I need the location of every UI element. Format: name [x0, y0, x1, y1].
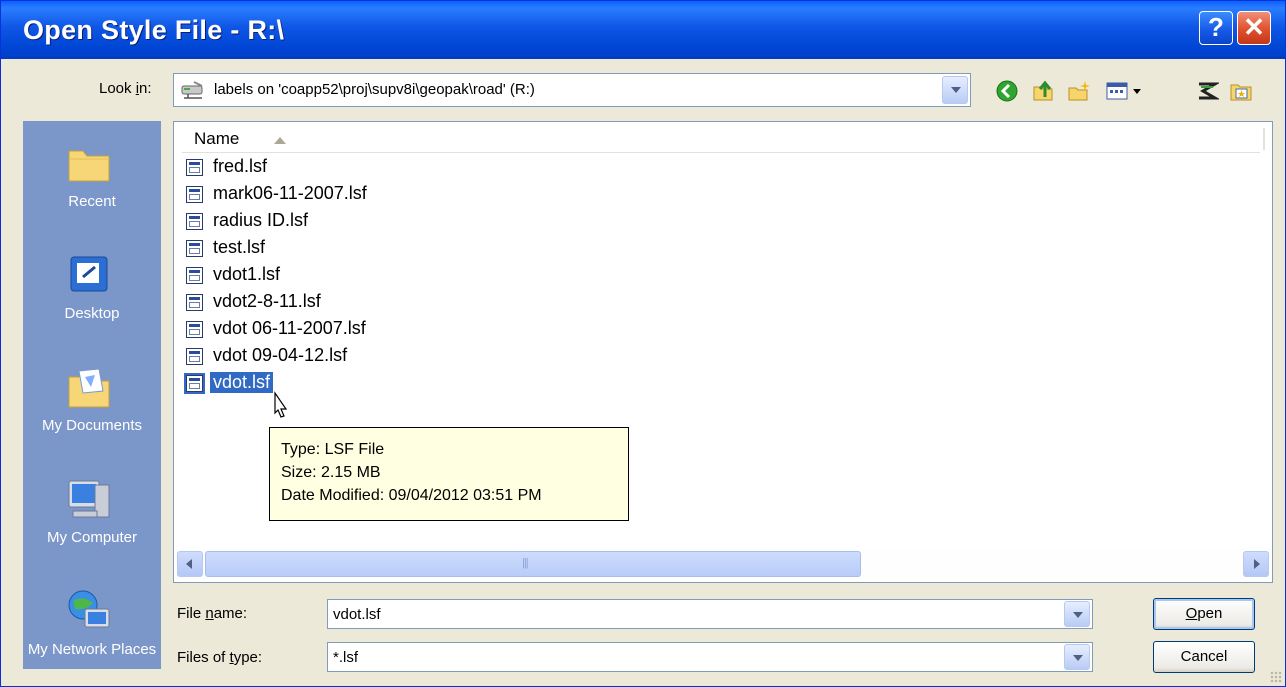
- scrollbar-thumb[interactable]: [205, 551, 861, 577]
- cancel-button[interactable]: Cancel: [1153, 641, 1255, 673]
- sort-ascending-icon: [274, 137, 286, 144]
- close-icon: ✕: [1243, 12, 1265, 42]
- mouse-cursor-icon: [274, 391, 288, 418]
- file-type-value: *.lsf: [333, 649, 359, 666]
- open-style-file-dialog: Open Style File - R:\ ? ✕ Look in: label…: [0, 0, 1286, 687]
- lsf-file-icon: [186, 321, 203, 338]
- file-name-label: File name:: [177, 605, 248, 622]
- recent-folder-icon: [68, 150, 110, 182]
- lsf-file-icon: [186, 240, 203, 257]
- lsf-file-icon: [184, 373, 205, 394]
- network-drive-icon: [181, 81, 203, 99]
- file-type-combo[interactable]: *.lsf: [327, 642, 1093, 672]
- lsf-file-icon: [186, 159, 203, 176]
- favorites-folder-icon[interactable]: [1229, 79, 1253, 103]
- lsf-file-icon: [186, 186, 203, 203]
- tooltip-size: Size: 2.15 MB: [281, 464, 381, 481]
- tooltip-date-modified: Date Modified: 09/04/2012 03:51 PM: [281, 487, 542, 504]
- resize-grip[interactable]: [1270, 671, 1282, 683]
- look-in-dropdown-button[interactable]: [942, 76, 968, 104]
- my-documents-icon: [68, 368, 110, 408]
- window-title: Open Style File - R:\: [23, 15, 285, 45]
- places-item-my-computer[interactable]: My Computer: [23, 465, 161, 575]
- up-folder-icon[interactable]: [1031, 79, 1055, 103]
- file-name-dropdown-button[interactable]: [1064, 601, 1090, 627]
- file-type-label: Files of type:: [177, 649, 263, 666]
- close-button[interactable]: ✕: [1237, 11, 1271, 45]
- my-computer-icon: [68, 480, 110, 518]
- bentley-icon[interactable]: [1195, 79, 1219, 103]
- horizontal-scrollbar[interactable]: [175, 549, 1271, 579]
- column-divider[interactable]: [1263, 128, 1265, 150]
- desktop-icon: [70, 256, 108, 292]
- file-name-input[interactable]: vdot.lsf: [327, 599, 1093, 629]
- open-button[interactable]: Open: [1153, 598, 1255, 630]
- scroll-right-button[interactable]: [1243, 551, 1269, 577]
- places-item-my-documents[interactable]: My Documents: [23, 353, 161, 463]
- places-item-my-network-places[interactable]: My Network Places: [23, 577, 161, 669]
- lsf-file-icon: [186, 294, 203, 311]
- tooltip-type: Type: LSF File: [281, 441, 385, 458]
- places-item-recent[interactable]: Recent: [23, 129, 161, 239]
- places-item-desktop[interactable]: Desktop: [23, 241, 161, 351]
- file-type-dropdown-button[interactable]: [1064, 644, 1090, 670]
- look-in-value: labels on 'coapp52\proj\supv8i\geopak\ro…: [214, 81, 535, 98]
- network-places-icon: [68, 590, 110, 628]
- views-menu-icon[interactable]: [1105, 79, 1145, 103]
- back-icon[interactable]: [995, 79, 1019, 103]
- places-bar: Recent Desktop My Documents My Computer …: [23, 121, 161, 669]
- column-header-label: Name: [194, 129, 240, 148]
- lsf-file-icon: [186, 213, 203, 230]
- look-in-label: Look in:: [99, 80, 152, 97]
- help-button[interactable]: ?: [1199, 11, 1233, 45]
- new-folder-icon[interactable]: [1067, 79, 1091, 103]
- title-bar[interactable]: Open Style File - R:\ ? ✕: [1, 1, 1285, 59]
- scroll-left-button[interactable]: [177, 551, 203, 577]
- lsf-file-icon: [186, 348, 203, 365]
- look-in-combo[interactable]: labels on 'coapp52\proj\supv8i\geopak\ro…: [173, 73, 971, 107]
- file-name-value: vdot.lsf: [333, 606, 381, 623]
- help-icon: ?: [1208, 12, 1224, 42]
- lsf-file-icon: [186, 267, 203, 284]
- file-info-tooltip: Type: LSF File Size: 2.15 MB Date Modifi…: [269, 427, 629, 521]
- column-header-name[interactable]: Name: [182, 126, 1265, 153]
